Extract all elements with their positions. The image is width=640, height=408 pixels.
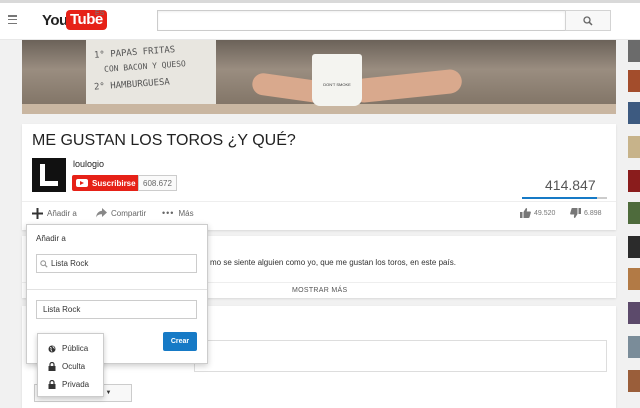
description-text: mo se siente alguien como yo, que me gus… — [210, 258, 456, 267]
mug-label: DON'T SMOKE — [323, 82, 351, 87]
caret-down-icon: ▼ — [105, 390, 112, 396]
privacy-option-unlisted[interactable]: Oculta — [48, 362, 85, 371]
like-ratio-bar — [522, 197, 597, 199]
share-label: Compartir — [111, 208, 147, 218]
privacy-option-label: Privada — [62, 380, 90, 389]
privacy-option-public[interactable]: Pública — [48, 344, 88, 353]
right-arm — [351, 68, 463, 104]
more-dots-icon: ••• — [162, 208, 175, 218]
region-code: ES — [95, 10, 105, 17]
dislike-count: 6.898 — [584, 209, 602, 217]
subscribe-button[interactable]: Suscribirse — [72, 175, 142, 191]
create-playlist-button[interactable]: Crear — [163, 332, 197, 351]
plus-icon — [32, 208, 43, 219]
mug — [312, 54, 362, 106]
video-player[interactable]: 1° PAPAS FRITAS CON BACON Y QUESO 2° HAM… — [22, 40, 616, 114]
search-icon — [40, 259, 48, 268]
globe-icon — [48, 345, 56, 352]
more-label: Más — [178, 208, 194, 218]
search-icon — [583, 15, 593, 26]
search-input[interactable] — [157, 10, 566, 31]
share-arrow-icon — [96, 208, 107, 218]
privacy-option-private[interactable]: Privada — [48, 380, 89, 389]
info-divider — [22, 201, 616, 202]
add-to-label: Añadir a — [47, 209, 77, 218]
channel-name[interactable]: loulogio — [73, 159, 104, 169]
playlist-search-value: Lista Rock — [51, 259, 89, 268]
playlist-search-input[interactable]: Lista Rock — [36, 254, 197, 273]
thumbs-up-icon — [520, 208, 531, 218]
top-progress-line — [0, 0, 640, 3]
like-button[interactable]: 49.520 — [520, 208, 555, 218]
video-title: ME GUSTAN LOS TOROS ¿Y QUÉ? — [32, 132, 296, 149]
more-button[interactable]: ••• Más — [162, 208, 194, 218]
new-playlist-name-input[interactable]: Lista Rock — [36, 300, 197, 319]
popup-divider — [27, 289, 207, 290]
dislike-button[interactable]: 6.898 — [570, 208, 602, 218]
channel-avatar[interactable] — [32, 158, 66, 192]
like-count: 49.520 — [534, 209, 556, 217]
privacy-option-label: Pública — [62, 344, 89, 353]
comment-input[interactable] — [194, 340, 607, 372]
privacy-option-label: Oculta — [62, 362, 86, 371]
lock-icon — [48, 380, 56, 389]
popup-title: Añadir a — [36, 234, 66, 243]
related-thumbnail-strip[interactable] — [628, 40, 640, 408]
subscriber-count: 608.672 — [138, 175, 177, 191]
view-count: 414.847 — [545, 177, 596, 193]
lock-icon — [48, 362, 56, 371]
add-to-button[interactable]: Añadir a — [32, 208, 77, 219]
guide-menu-icon[interactable] — [8, 15, 17, 25]
share-button[interactable]: Compartir — [96, 208, 146, 218]
thumbs-down-icon — [570, 208, 581, 218]
show-more-button[interactable]: MOSTRAR MÁS — [292, 287, 347, 294]
youtube-play-icon — [76, 179, 88, 187]
search-button[interactable] — [565, 10, 611, 31]
logo-you-text[interactable]: You — [42, 12, 68, 29]
subscribe-label: Suscribirse — [92, 178, 136, 188]
